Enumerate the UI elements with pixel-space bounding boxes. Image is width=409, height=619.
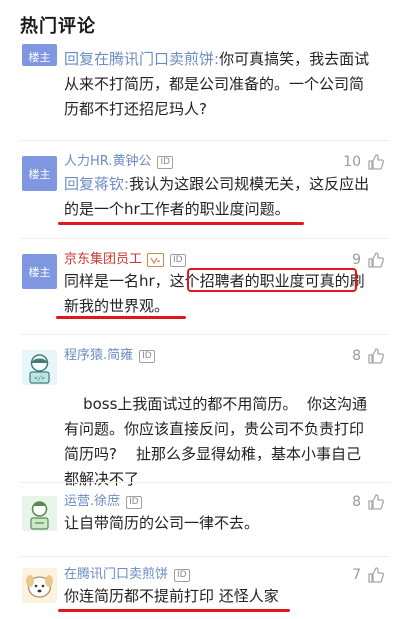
author-name[interactable]: 京东集团员工: [64, 251, 142, 269]
divider: [20, 334, 389, 335]
comment-item: 楼主 人力HR.黄钟公 ID 10 回复蒋钦:我认为这跟公司规模无关，这反应出的…: [0, 152, 409, 244]
author-row: 人力HR.黄钟公 ID: [64, 153, 174, 171]
id-badge: ID: [174, 568, 190, 582]
owner-avatar-label: 楼主: [28, 167, 51, 181]
thumbs-up-icon: [368, 567, 385, 583]
like-button[interactable]: 8: [352, 347, 385, 365]
author-name[interactable]: 运营.徐庶: [64, 493, 120, 511]
divider: [20, 482, 389, 483]
owner-avatar[interactable]: 楼主: [22, 156, 57, 191]
divider: [20, 238, 389, 239]
owner-avatar[interactable]: 楼主: [22, 44, 57, 66]
author-row: 运营.徐庶 ID: [64, 493, 142, 511]
like-button[interactable]: 7: [352, 566, 385, 584]
author-name[interactable]: 程序猿.简雍: [64, 347, 133, 365]
user-avatar[interactable]: [22, 568, 57, 603]
user-avatar[interactable]: [22, 496, 57, 531]
like-count: 7: [352, 567, 361, 583]
divider: [20, 140, 389, 141]
thumbs-up-icon: [368, 494, 385, 510]
author-row: 程序猿.简雍 ID: [64, 347, 155, 365]
highlight-underline: [56, 316, 186, 319]
user-avatar[interactable]: </>: [22, 350, 57, 385]
author-name[interactable]: 人力HR.黄钟公: [64, 153, 151, 171]
like-button[interactable]: 9: [352, 251, 385, 269]
like-count: 10: [343, 154, 361, 170]
comment-text: 你连简历都不提前打印 还怪人家: [64, 587, 279, 605]
author-name[interactable]: 在腾讯门口卖煎饼: [64, 566, 168, 584]
like-count: 8: [352, 494, 361, 510]
id-badge: ID: [157, 155, 174, 169]
svg-text:</>: </>: [34, 375, 45, 382]
comment-body: 回复在腾讯门口卖煎饼:你可真搞笑，我去面试从来不打简历，都是公司准备的。一个公司…: [64, 47, 374, 122]
highlight-underline: [58, 609, 290, 612]
like-count: 8: [352, 348, 361, 364]
comment-text: 让自带简历的公司一律不去。: [64, 514, 260, 532]
comment-item: 楼主 京东集团员工 ID 9 同样是一名hr，这个招聘者的职业度可真的刷新我的世…: [0, 250, 409, 338]
id-badge: ID: [170, 253, 186, 267]
author-row: 京东集团员工 ID: [64, 251, 186, 269]
divider: [20, 556, 389, 557]
verified-v-icon: [147, 253, 165, 267]
id-badge: ID: [139, 349, 155, 363]
comment-item: </> 程序猿.简雍 ID 8 boss上我面试过的都不用简历。 你这沟通有问题…: [0, 346, 409, 488]
thumbs-up-icon: [368, 252, 385, 268]
section-title: 热门评论: [20, 16, 96, 37]
owner-avatar[interactable]: 楼主: [22, 254, 57, 289]
comment-body: 让自带简历的公司一律不去。: [64, 511, 374, 536]
section-header: 热门评论: [0, 0, 409, 44]
highlight-underline: [58, 222, 304, 225]
reply-target-link[interactable]: 回复在腾讯门口卖煎饼:: [64, 50, 219, 68]
like-count: 9: [352, 252, 361, 268]
comment-item: 运营.徐庶 ID 8 让自带简历的公司一律不去。: [0, 494, 409, 550]
author-row: 在腾讯门口卖煎饼 ID: [64, 566, 190, 584]
thumbs-up-icon: [368, 154, 385, 170]
thumbs-up-icon: [368, 348, 385, 364]
like-button[interactable]: 8: [352, 493, 385, 511]
highlight-box: [187, 268, 357, 292]
comment-item: 在腾讯门口卖煎饼 ID 7 你连简历都不提前打印 还怪人家: [0, 566, 409, 619]
comment-body: 回复蒋钦:我认为这跟公司规模无关，这反应出的是一个hr工作者的职业度问题。: [64, 172, 374, 222]
comment-text: boss上我面试过的都不用简历。 你这沟通有问题。你应该直接反问，贵公司不负责打…: [64, 395, 367, 488]
like-button[interactable]: 10: [343, 153, 385, 171]
reply-target-link[interactable]: 回复蒋钦:: [64, 175, 129, 193]
comment-body: 你连简历都不提前打印 还怪人家: [64, 584, 374, 609]
comment-item: 楼主 回复在腾讯门口卖煎饼:你可真搞笑，我去面试从来不打简历，都是公司准备的。一…: [0, 44, 409, 144]
id-badge: ID: [126, 495, 142, 509]
owner-avatar-label: 楼主: [28, 265, 51, 279]
owner-avatar-label: 楼主: [28, 51, 51, 64]
